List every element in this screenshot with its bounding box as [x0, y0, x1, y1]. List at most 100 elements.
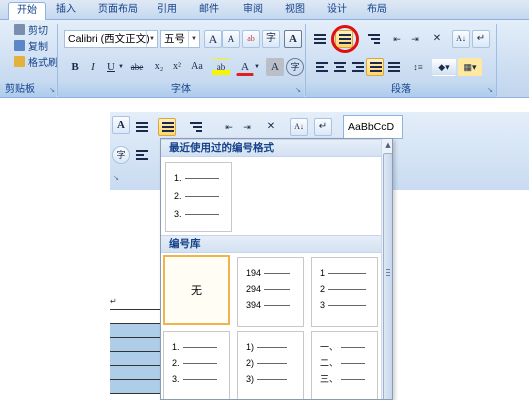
bold-button[interactable]: B [66, 58, 84, 76]
shrink-font-button[interactable]: A [222, 30, 240, 48]
multilevel-list-icon [368, 34, 380, 46]
list-item: 194 [246, 268, 291, 278]
increase-indent-button[interactable]: ⇥ [406, 30, 424, 48]
chevron-down-icon[interactable]: ▼ [116, 58, 126, 76]
list-item: 1. [172, 342, 217, 352]
tab-insert[interactable]: 插入 [52, 2, 80, 20]
group-separator [496, 24, 497, 96]
tab-references[interactable]: 引用 [150, 2, 184, 20]
line-spacing-button[interactable]: ↕≡ [406, 58, 430, 76]
distributed-button[interactable] [384, 58, 402, 76]
decrease-indent-button[interactable]: ⇤ [220, 118, 238, 136]
bullets-button[interactable] [310, 30, 328, 48]
italic-button[interactable]: I [84, 58, 102, 76]
scroll-up-arrow-icon[interactable]: ▲ [382, 139, 392, 151]
numbering-format-paren[interactable]: 1) 2) 3) [237, 331, 304, 399]
numbering-format-arabic[interactable]: 1 2 3 [311, 257, 378, 327]
font-name-combo[interactable]: Calibri (西文正文) ▼ [64, 30, 158, 48]
chevron-down-icon[interactable]: ▼ [188, 31, 199, 47]
align-center-icon [334, 62, 346, 74]
numbering-dropdown-panel: 最近使用过的编号格式 1. 2. 3. 编号库 无 194 294 394 1 … [160, 138, 393, 400]
ribbon-home: 剪切 复制 格式刷 剪贴板 ↘ Calibri (西文正文) ▼ 五号 ▼ A … [0, 20, 529, 98]
distributed-icon [388, 62, 400, 74]
align-center-button[interactable] [330, 58, 348, 76]
numbering-button-active[interactable] [158, 118, 176, 136]
highlight-button[interactable]: ab [212, 58, 230, 76]
tab-review[interactable]: 审阅 [236, 2, 270, 20]
tab-page-layout[interactable]: 页面布局 [90, 2, 146, 20]
enclose-char-button[interactable]: 字 [112, 146, 130, 164]
decrease-indent-button[interactable]: ⇤ [388, 30, 406, 48]
justify-button[interactable] [366, 58, 384, 76]
increase-indent-button[interactable]: ⇥ [238, 118, 256, 136]
list-item: 2) [246, 358, 288, 368]
list-item: 三、 [320, 374, 366, 384]
chinese-layout-button[interactable]: ✕ [428, 30, 446, 48]
table-row [110, 352, 160, 366]
tab-mailings[interactable]: 邮件 [192, 2, 226, 20]
group-label-paragraph: 段落 [306, 83, 496, 97]
paragraph-mark-icon: ↵ [110, 297, 117, 306]
tab-layout[interactable]: 布局 [360, 2, 394, 20]
numbering-format-recent-1[interactable]: 1. 2. 3. [165, 162, 232, 232]
numbering-format-194[interactable]: 194 294 394 [237, 257, 304, 327]
scrollbar-thumb[interactable] [383, 153, 392, 399]
copy-button[interactable]: 复制 [14, 40, 48, 54]
align-left-button[interactable] [132, 146, 150, 164]
clear-format-icon[interactable]: ab [242, 30, 260, 48]
align-left-icon [316, 62, 328, 74]
tab-view[interactable]: 视图 [278, 2, 312, 20]
show-marks-button[interactable]: ↵ [314, 118, 332, 136]
bullets-button[interactable] [132, 118, 150, 136]
borders-button[interactable]: ▦▾ [458, 58, 482, 76]
table-row [110, 324, 160, 338]
shading-button[interactable]: ◆▾ [432, 58, 456, 76]
char-shading-button[interactable]: A [266, 58, 284, 76]
subscript-button[interactable]: x₂ [150, 58, 168, 76]
list-item: 3. [172, 374, 217, 384]
paragraph-dialog-launcher-icon[interactable]: ↘ [486, 86, 494, 94]
brush-icon [14, 56, 25, 67]
font-dialog-launcher-icon[interactable]: ↘ [294, 86, 302, 94]
align-right-button[interactable] [348, 58, 366, 76]
strikethrough-button[interactable]: abe [128, 58, 146, 76]
char-border-button[interactable]: A [112, 116, 130, 134]
tab-design[interactable]: 设计 [320, 2, 354, 20]
numbering-format-dot[interactable]: 1. 2. 3. [163, 331, 230, 399]
chinese-layout-button[interactable]: ✕ [262, 118, 280, 136]
numbering-icon [162, 122, 174, 134]
char-border-button[interactable]: A [284, 30, 302, 48]
sort-button[interactable]: A↓ [290, 118, 308, 136]
multilevel-list-button[interactable] [186, 118, 204, 136]
font-dialog-launcher-icon[interactable]: ↘ [112, 174, 120, 182]
phonetic-guide-button[interactable]: 字 [262, 30, 280, 48]
group-label-font: 字体 [58, 83, 304, 97]
style-gallery-preview[interactable]: AaBbCcD [343, 115, 403, 139]
list-item: 1. [174, 173, 219, 183]
superscript-button[interactable]: x² [168, 58, 186, 76]
sort-button[interactable]: A↓ [452, 30, 470, 48]
numbering-library-header: 编号库 [161, 235, 381, 253]
cut-button[interactable]: 剪切 [14, 24, 48, 38]
font-size-combo[interactable]: 五号 ▼ [160, 30, 200, 48]
list-item: 3 [320, 300, 367, 310]
numbering-format-none[interactable]: 无 [163, 255, 230, 325]
numbering-format-chinese[interactable]: 一、 二、 三、 [311, 331, 378, 399]
list-item: 2. [174, 191, 219, 201]
change-case-button[interactable]: Aa [186, 58, 208, 76]
list-item: 3) [246, 374, 288, 384]
list-item: 1 [320, 268, 367, 278]
dropdown-scrollbar[interactable]: ▲ [381, 139, 392, 399]
align-left-button[interactable] [312, 58, 330, 76]
copy-icon [14, 40, 25, 51]
format-painter-button[interactable]: 格式刷 [14, 56, 58, 70]
multilevel-list-button[interactable] [364, 30, 382, 48]
show-marks-button[interactable]: ↵ [472, 30, 490, 48]
table-row [110, 296, 160, 310]
chevron-down-icon[interactable]: ▼ [146, 31, 157, 47]
clipboard-dialog-launcher-icon[interactable]: ↘ [48, 86, 56, 94]
chevron-down-icon[interactable]: ▼ [252, 58, 262, 76]
enclose-char-button[interactable]: 字 [286, 58, 304, 76]
tab-home[interactable]: 开始 [8, 2, 46, 21]
grow-font-button[interactable]: A [204, 30, 222, 48]
